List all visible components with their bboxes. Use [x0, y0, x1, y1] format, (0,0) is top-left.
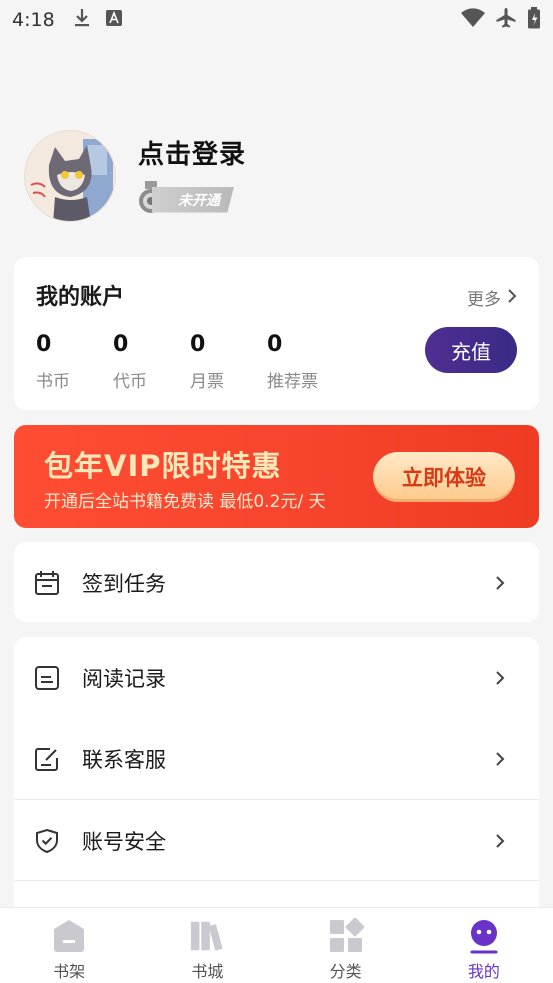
menu-item-checkin[interactable]: 签到任务: [14, 542, 539, 623]
battery-icon: [527, 7, 541, 33]
banner-subtitle: 开通后全站书籍免费读 最低0.2元/ 天: [44, 492, 326, 512]
document-icon: [32, 663, 62, 693]
nav-bookshelf[interactable]: 书架: [0, 908, 138, 983]
menu-item-customer-service[interactable]: 联系客服: [14, 718, 539, 799]
chevron-right-icon: [495, 833, 505, 849]
calendar-icon: [32, 568, 62, 598]
font-icon: [105, 9, 123, 31]
bottom-navigation: 书架 书城 分类 我的: [0, 907, 553, 983]
stat-value: 0: [113, 332, 129, 357]
nav-mine[interactable]: 我的: [415, 908, 553, 983]
stat-book-coins[interactable]: 0 书币: [36, 332, 113, 392]
vip-promo-banner[interactable]: 包年VIP限时特惠 开通后全站书籍免费读 最低0.2元/ 天 立即体验: [14, 425, 539, 528]
more-label: 更多: [467, 290, 501, 310]
stat-value: 0: [190, 332, 206, 357]
account-card: 我的账户 更多 0 书币 0 代币 0 月票 0 推荐票 充值: [14, 257, 539, 410]
vip-status-badge: 未开通: [152, 186, 234, 213]
profile-header[interactable]: 点击登录 未开通: [24, 128, 246, 224]
menu-label: 签到任务: [82, 571, 166, 596]
nav-bookstore[interactable]: 书城: [138, 908, 276, 983]
stat-tokens[interactable]: 0 代币: [113, 332, 190, 392]
books-icon: [189, 918, 225, 954]
stat-value: 0: [36, 332, 52, 357]
chevron-right-icon: [495, 670, 505, 686]
recharge-button[interactable]: 充值: [425, 327, 517, 373]
edit-icon: [32, 744, 62, 774]
stat-recommend-tickets[interactable]: 0 推荐票: [267, 332, 344, 392]
avatar[interactable]: [24, 130, 116, 222]
account-stats: 0 书币 0 代币 0 月票 0 推荐票: [36, 332, 344, 392]
menu-card: 阅读记录 联系客服 账号安全: [14, 637, 539, 937]
chevron-right-icon: [495, 575, 505, 591]
bookshelf-icon: [51, 918, 87, 954]
wifi-icon: [461, 8, 485, 32]
chevron-right-icon: [507, 288, 517, 308]
divider: [14, 880, 539, 881]
status-bar: 4:18: [0, 0, 553, 40]
login-prompt[interactable]: 点击登录: [138, 134, 246, 171]
nav-label: 书架: [53, 962, 86, 981]
menu-label: 阅读记录: [82, 666, 166, 691]
menu-item-account-security[interactable]: 账号安全: [14, 800, 539, 881]
airplane-icon: [495, 7, 517, 33]
stat-value: 0: [267, 332, 283, 357]
shield-check-icon: [32, 826, 62, 856]
menu-label: 账号安全: [82, 829, 166, 854]
checkin-card: 签到任务: [14, 542, 539, 622]
menu-item-reading-history[interactable]: 阅读记录: [14, 637, 539, 718]
user-face-icon: [466, 918, 502, 954]
status-time: 4:18: [12, 9, 55, 31]
stat-label: 书币: [36, 372, 70, 392]
stat-monthly-tickets[interactable]: 0 月票: [190, 332, 267, 392]
category-icon: [328, 918, 364, 954]
menu-label: 联系客服: [82, 747, 166, 772]
download-icon: [73, 8, 91, 32]
nav-label: 书城: [191, 962, 224, 981]
banner-title: 包年VIP限时特惠: [44, 449, 282, 483]
account-title: 我的账户: [36, 285, 125, 310]
nav-label: 分类: [329, 962, 362, 981]
stat-label: 月票: [190, 372, 224, 392]
try-now-button[interactable]: 立即体验: [373, 452, 515, 502]
nav-category[interactable]: 分类: [277, 908, 415, 983]
account-more-link[interactable]: 更多: [467, 285, 517, 310]
stat-label: 代币: [113, 372, 147, 392]
chevron-right-icon: [495, 751, 505, 767]
nav-label: 我的: [467, 962, 500, 981]
stat-label: 推荐票: [267, 372, 318, 392]
